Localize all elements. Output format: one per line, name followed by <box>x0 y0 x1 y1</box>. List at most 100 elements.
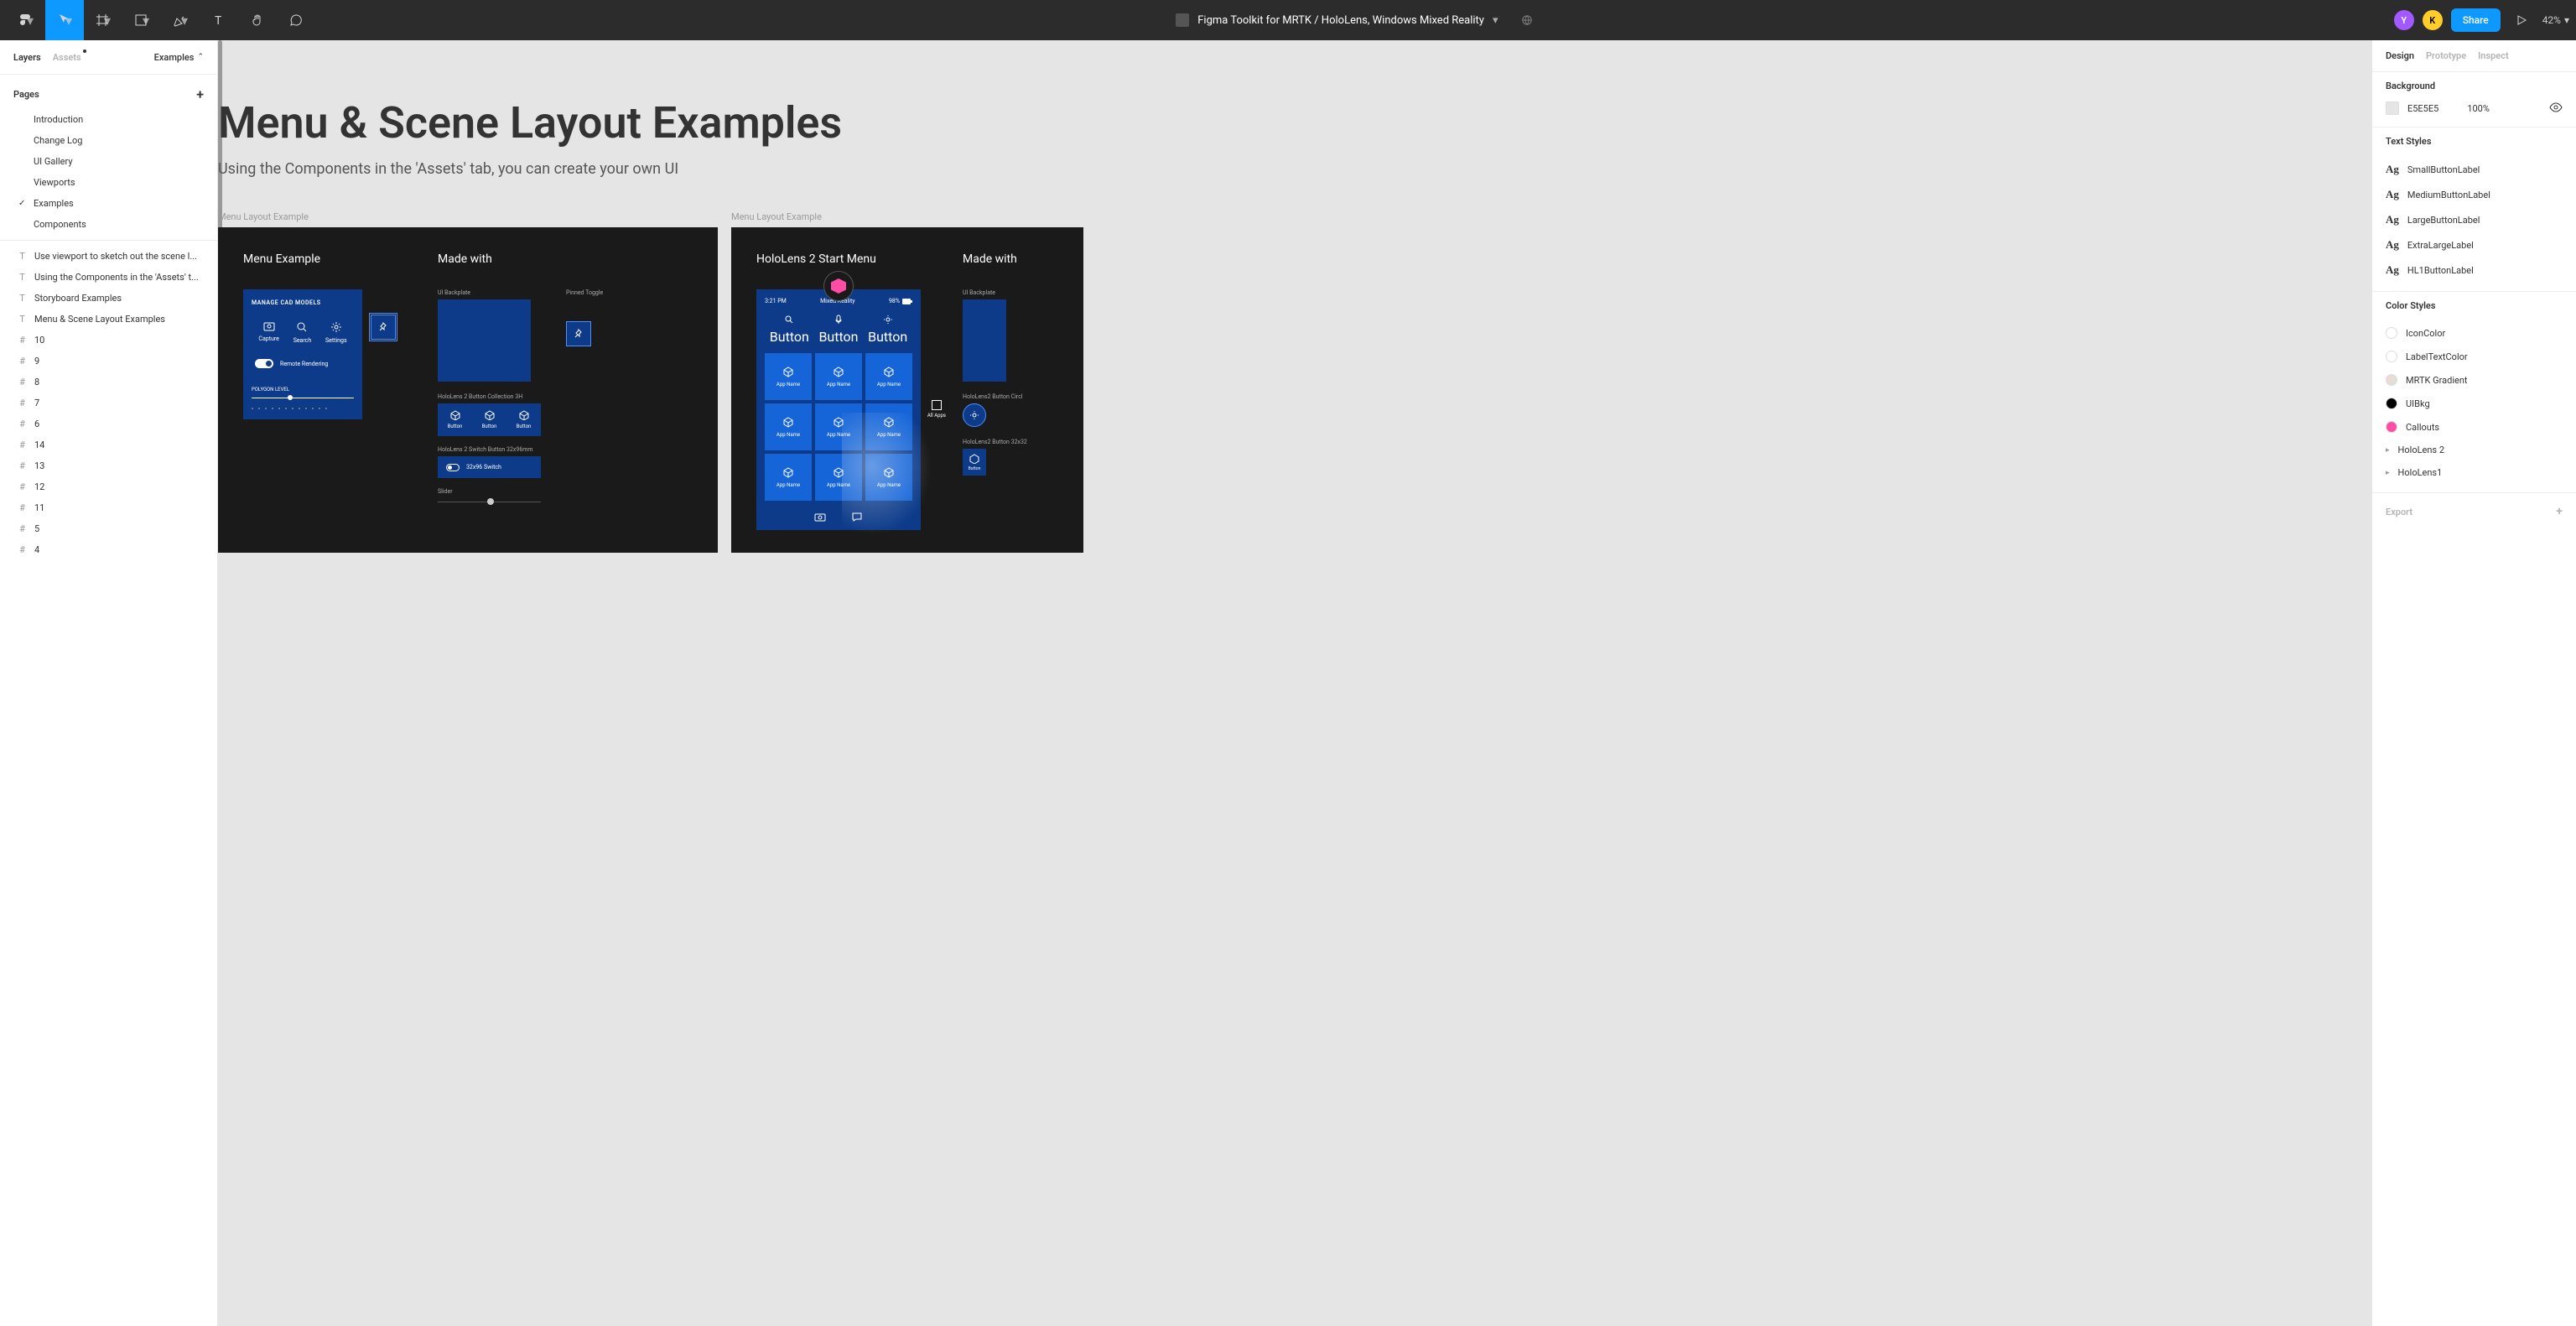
color-style-LabelTextColor[interactable]: LabelTextColor <box>2386 345 2563 368</box>
tab-prototype[interactable]: Prototype <box>2426 50 2466 61</box>
tab-assets[interactable]: Assets <box>53 52 81 63</box>
made-with-title: Made with <box>438 252 603 266</box>
pin-button-selected[interactable] <box>371 315 396 340</box>
square-button-label: HoloLens2 Button 32x32 <box>963 439 1027 445</box>
export-section[interactable]: Export+ <box>2372 492 2576 530</box>
page-item-components[interactable]: Components <box>0 214 217 235</box>
color-style-IconColor[interactable]: IconColor <box>2386 321 2563 345</box>
tab-layers[interactable]: Layers <box>13 52 41 63</box>
layer-item[interactable]: #4 <box>0 539 217 560</box>
avatar-user-k[interactable]: K <box>2423 10 2443 30</box>
pen-tool-button[interactable]: ▾ <box>161 0 200 40</box>
color-group-HoloLens1[interactable]: ▸HoloLens1 <box>2386 461 2563 484</box>
text-style-SmallButtonLabel[interactable]: AgSmallButtonLabel <box>2386 157 2563 182</box>
frame-icon: # <box>17 502 28 513</box>
color-style-Callouts[interactable]: Callouts <box>2386 415 2563 439</box>
tab-inspect[interactable]: Inspect <box>2478 50 2509 61</box>
layer-item[interactable]: #11 <box>0 497 217 518</box>
color-swatch-icon <box>2386 398 2397 409</box>
color-style-MRTK Gradient[interactable]: MRTK Gradient <box>2386 368 2563 392</box>
bg-color-value[interactable]: E5E5E5 <box>2407 103 2438 114</box>
present-button[interactable] <box>2509 0 2534 40</box>
made-with-2-title: Made with <box>963 252 1027 266</box>
hand-tool-button[interactable] <box>238 0 277 40</box>
page-item-viewports[interactable]: Viewports <box>0 172 217 193</box>
start-tile: App Name <box>765 454 812 501</box>
page-item-ui-gallery[interactable]: UI Gallery <box>0 151 217 172</box>
layer-item[interactable]: TStoryboard Examples <box>0 288 217 309</box>
add-page-button[interactable]: + <box>196 86 204 102</box>
layer-item[interactable]: #9 <box>0 351 217 372</box>
frame-menu-layout-1[interactable]: Menu Example MANAGE CAD MODELS Capture S… <box>218 227 718 553</box>
globe-icon[interactable] <box>1521 14 1533 26</box>
file-title[interactable]: Figma Toolkit for MRTK / HoloLens, Windo… <box>315 13 2394 27</box>
frame-icon: # <box>17 419 28 429</box>
canvas[interactable]: Menu & Scene Layout Examples Using the C… <box>218 40 2371 1326</box>
text-tool-button[interactable]: T <box>200 0 238 40</box>
tab-design[interactable]: Design <box>2386 50 2414 61</box>
visibility-toggle-icon[interactable] <box>2549 102 2563 115</box>
text-style-LargeButtonLabel[interactable]: AgLargeButtonLabel <box>2386 207 2563 232</box>
page-item-change-log[interactable]: Change Log <box>0 130 217 151</box>
layer-item[interactable]: TUse viewport to sketch out the scene l.… <box>0 246 217 267</box>
frame-label-2[interactable]: Menu Layout Example <box>731 211 1083 222</box>
text-style-ExtraLargeLabel[interactable]: AgExtraLargeLabel <box>2386 232 2563 257</box>
layer-item[interactable]: #8 <box>0 372 217 393</box>
remote-rendering-toggle: Remote Rendering <box>252 352 354 375</box>
frame-icon: # <box>17 544 28 555</box>
add-export-button[interactable]: + <box>2556 505 2563 518</box>
right-panel: Design Prototype Inspect Background E5E5… <box>2371 40 2576 1326</box>
text-style-icon: Ag <box>2386 213 2399 226</box>
menu-card: MANAGE CAD MODELS Capture Search Setting… <box>243 289 362 419</box>
text-style-icon: Ag <box>2386 238 2399 252</box>
color-swatch-icon <box>2386 421 2397 433</box>
menu-settings: Settings <box>325 321 347 344</box>
layer-item[interactable]: #13 <box>0 455 217 476</box>
page-dropdown[interactable]: Examples ⌃ <box>154 52 204 63</box>
zoom-dropdown[interactable]: 42%▾ <box>2542 14 2569 26</box>
frame-menu-layout-2[interactable]: HoloLens 2 Start Menu 3:21 PM Mixed Real… <box>731 227 1083 553</box>
start-tile: App Name <box>765 403 812 450</box>
svg-text:T: T <box>215 14 222 27</box>
figma-menu-button[interactable]: ▾ <box>7 0 45 40</box>
share-button[interactable]: Share <box>2451 8 2501 32</box>
ui-backplate <box>438 299 531 382</box>
frame-label[interactable]: Menu Layout Example <box>218 211 718 222</box>
text-style-MediumButtonLabel[interactable]: AgMediumButtonLabel <box>2386 182 2563 207</box>
frame-icon: # <box>17 398 28 408</box>
color-swatch-icon <box>2386 327 2397 339</box>
pin-button <box>566 321 591 346</box>
frame-icon: # <box>17 481 28 492</box>
start-tile: App Name <box>815 454 862 501</box>
layer-item[interactable]: TUsing the Components in the 'Assets' t.… <box>0 267 217 288</box>
color-group-HoloLens 2[interactable]: ▸HoloLens 2 <box>2386 439 2563 461</box>
layer-item[interactable]: TMenu & Scene Layout Examples <box>0 309 217 330</box>
frame-tool-button[interactable]: ▾ <box>84 0 122 40</box>
shape-tool-button[interactable]: ▾ <box>122 0 161 40</box>
page-item-examples[interactable]: Examples <box>0 193 217 214</box>
component-icon <box>1176 13 1189 27</box>
backplate-label: UI Backplate <box>438 289 541 296</box>
chat-icon <box>851 512 863 522</box>
pages-header[interactable]: Pages + <box>0 80 217 109</box>
bg-opacity-value[interactable]: 100% <box>2467 103 2490 114</box>
page-item-introduction[interactable]: Introduction <box>0 109 217 130</box>
layer-item[interactable]: #14 <box>0 434 217 455</box>
bg-swatch[interactable] <box>2386 101 2399 115</box>
layer-item[interactable]: #6 <box>0 413 217 434</box>
layer-item[interactable]: #5 <box>0 518 217 539</box>
menu-example-title: Menu Example <box>243 252 396 266</box>
layer-item[interactable]: #7 <box>0 393 217 413</box>
layer-item[interactable]: #10 <box>0 330 217 351</box>
clock-time: 3:21 PM <box>765 298 787 304</box>
background-row[interactable]: E5E5E5 100% <box>2386 101 2563 115</box>
text-style-HL1ButtonLabel[interactable]: AgHL1ButtonLabel <box>2386 257 2563 283</box>
camera-icon <box>814 512 826 522</box>
layer-item[interactable]: #12 <box>0 476 217 497</box>
move-tool-button[interactable]: ▾ <box>45 0 84 40</box>
avatar-user-y[interactable]: Y <box>2394 10 2414 30</box>
color-style-UIBkg[interactable]: UIBkg <box>2386 392 2563 415</box>
color-styles-header: Color Styles <box>2386 300 2563 311</box>
color-swatch-icon <box>2386 351 2397 362</box>
comment-tool-button[interactable] <box>277 0 315 40</box>
